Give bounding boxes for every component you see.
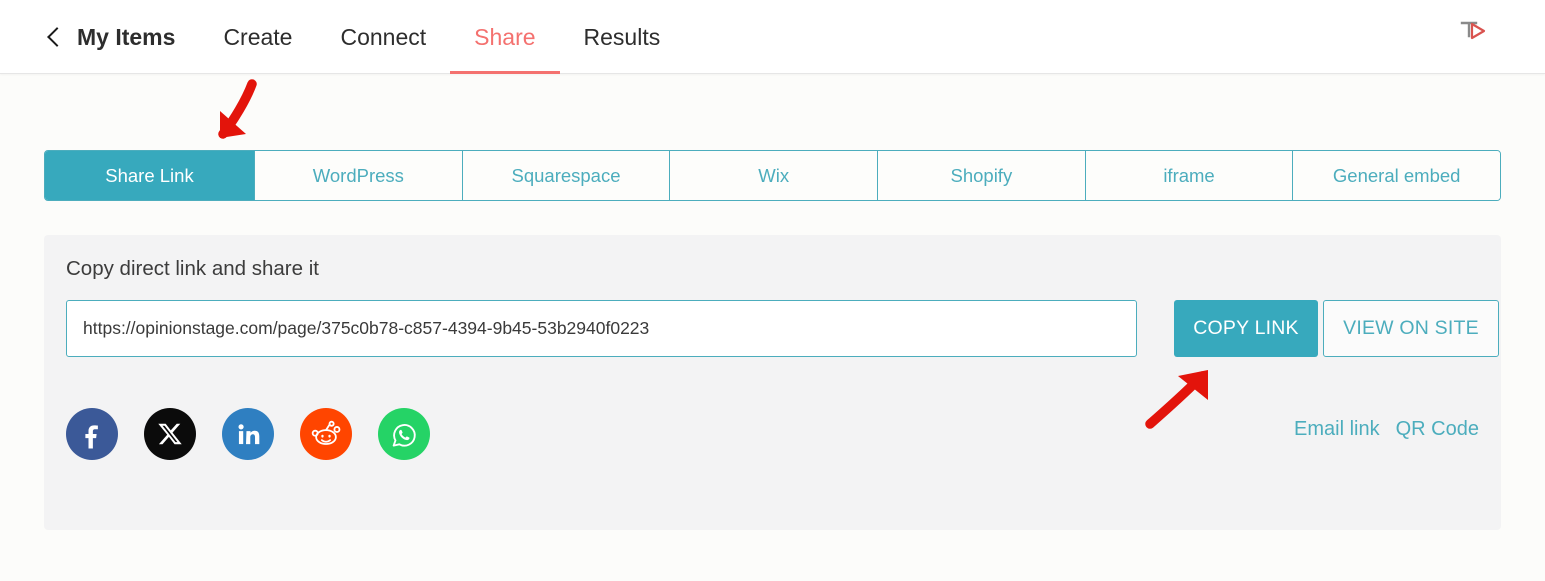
nav-item-share[interactable]: Share (450, 0, 559, 74)
chevron-left-icon (47, 27, 67, 47)
view-on-site-button[interactable]: VIEW ON SITE (1323, 300, 1499, 357)
tab-wix-label: Wix (758, 165, 789, 187)
tab-general-embed[interactable]: General embed (1292, 151, 1500, 200)
text-play-icon[interactable] (1456, 14, 1490, 48)
tab-share-link-label: Share Link (105, 165, 193, 187)
tab-squarespace-label: Squarespace (511, 165, 620, 187)
arrow-to-share-link-tab (200, 78, 272, 153)
tab-iframe-label: iframe (1163, 165, 1214, 187)
copy-link-button[interactable]: COPY LINK (1174, 300, 1318, 357)
secondary-share-links: Email link QR Code (1294, 418, 1479, 441)
tab-general-embed-label: General embed (1333, 165, 1461, 187)
share-link-panel: Copy direct link and share it COPY LINK … (44, 235, 1501, 530)
nav-item-connect[interactable]: Connect (316, 0, 450, 74)
tab-wordpress[interactable]: WordPress (254, 151, 462, 200)
linkedin-icon[interactable] (222, 408, 274, 460)
nav-back-my-items[interactable]: My Items (40, 0, 199, 74)
url-row: COPY LINK VIEW ON SITE (66, 300, 1479, 357)
social-share-row (66, 408, 430, 460)
tab-shopify-label: Shopify (950, 165, 1012, 187)
share-url-input[interactable] (66, 300, 1137, 357)
reddit-icon[interactable] (300, 408, 352, 460)
tab-share-link[interactable]: Share Link (45, 151, 254, 200)
nav-back-label: My Items (77, 24, 175, 51)
share-channel-tabs: Share Link WordPress Squarespace Wix Sho… (44, 150, 1501, 201)
nav-item-connect-label: Connect (340, 24, 426, 51)
tab-wordpress-label: WordPress (313, 165, 404, 187)
tab-squarespace[interactable]: Squarespace (462, 151, 670, 200)
nav-item-share-label: Share (474, 24, 535, 51)
facebook-icon[interactable] (66, 408, 118, 460)
whatsapp-icon[interactable] (378, 408, 430, 460)
nav-item-results-label: Results (584, 24, 661, 51)
nav-item-create-label: Create (223, 24, 292, 51)
tab-iframe[interactable]: iframe (1085, 151, 1293, 200)
nav-item-results[interactable]: Results (560, 0, 685, 74)
tab-wix[interactable]: Wix (669, 151, 877, 200)
nav-item-create[interactable]: Create (199, 0, 316, 74)
email-link[interactable]: Email link (1294, 418, 1380, 441)
tab-shopify[interactable]: Shopify (877, 151, 1085, 200)
panel-title: Copy direct link and share it (66, 257, 319, 281)
top-navigation-bar: My Items Create Connect Share Results (0, 0, 1545, 74)
main-nav: My Items Create Connect Share Results (40, 0, 684, 74)
qr-code-link[interactable]: QR Code (1396, 418, 1479, 441)
x-twitter-icon[interactable] (144, 408, 196, 460)
